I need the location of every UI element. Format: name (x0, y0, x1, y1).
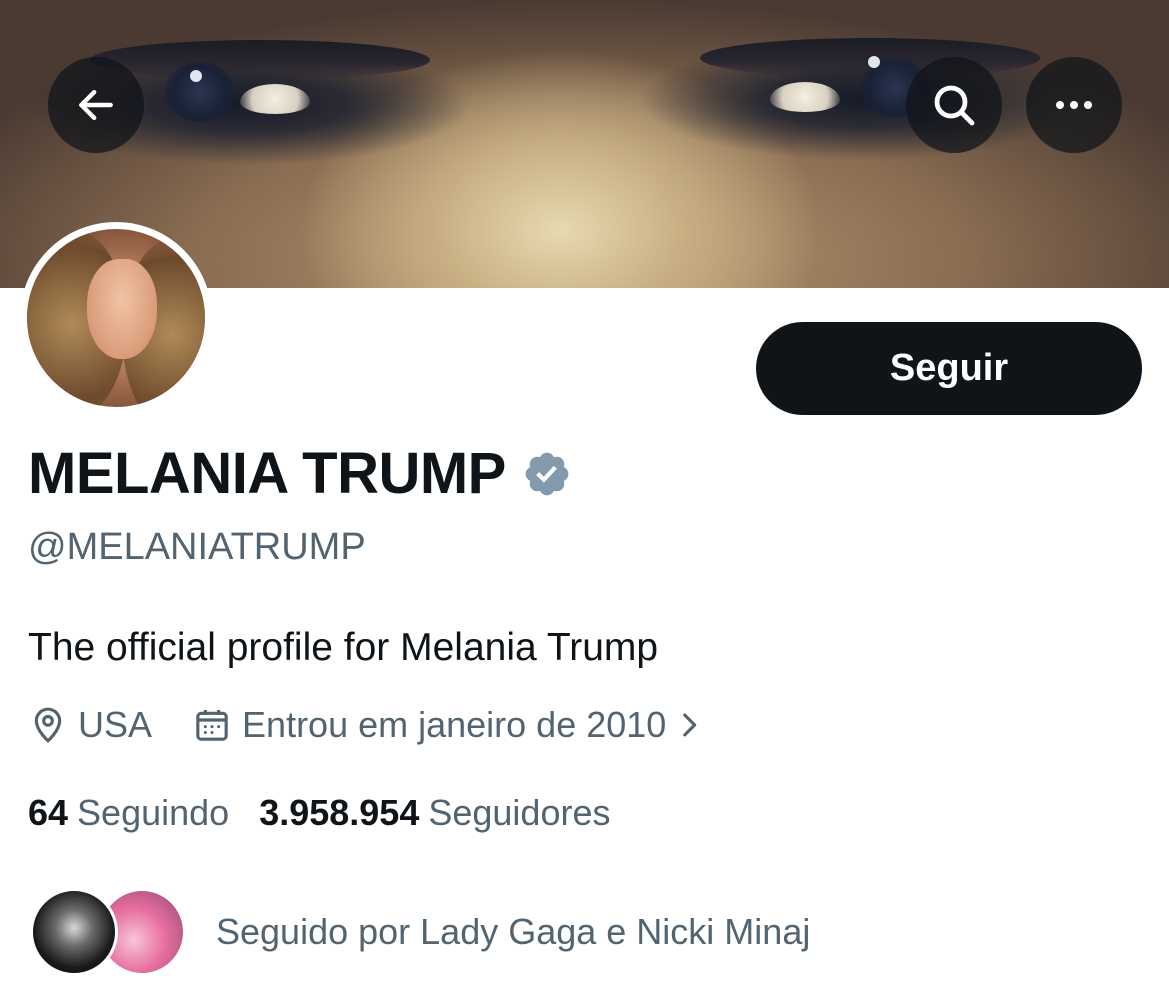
back-button[interactable] (48, 57, 144, 153)
following-label: Seguindo (77, 792, 230, 833)
followed-by-row[interactable]: Seguido por Lady Gaga e Nicki Minaj (30, 888, 810, 976)
verified-badge-icon[interactable] (522, 449, 572, 499)
profile-bio: The official profile for Melania Trump (28, 626, 659, 669)
joined-label: Entrou em janeiro de 2010 (242, 704, 667, 745)
search-button[interactable] (906, 57, 1002, 153)
profile-meta: USA Entrou em janeiro de 2010 (28, 704, 706, 746)
chevron-right-icon (683, 713, 697, 737)
location-item: USA (28, 704, 152, 746)
followed-by-text: Seguido por Lady Gaga e Nicki Minaj (216, 911, 811, 952)
banner-decoration (868, 56, 880, 68)
more-button[interactable] (1026, 57, 1122, 153)
search-icon (934, 85, 975, 126)
calendar-icon (196, 710, 228, 741)
follower-avatar (30, 888, 118, 976)
profile-handle: @MELANIATRUMP (28, 526, 366, 568)
arrow-left-icon (79, 89, 113, 121)
avatar-decoration (87, 259, 157, 359)
followers-link[interactable]: 3.958.954 Seguidores (259, 792, 610, 834)
avatar[interactable] (20, 222, 212, 414)
profile-stats: 64 Seguindo 3.958.954 Seguidores (28, 792, 610, 834)
follow-button[interactable]: Seguir (756, 322, 1142, 415)
profile-name-row: MELANIA TRUMP (28, 440, 572, 507)
location-label: USA (78, 704, 153, 745)
joined-item[interactable]: Entrou em janeiro de 2010 (192, 704, 706, 746)
avatar-image (27, 229, 205, 407)
following-link[interactable]: 64 Seguindo (28, 792, 229, 834)
more-horizontal-icon (1056, 101, 1092, 109)
banner-decoration (190, 70, 202, 82)
followers-count: 3.958.954 (259, 792, 420, 833)
banner-decoration (90, 40, 430, 80)
map-pin-icon (34, 707, 62, 743)
banner-decoration (240, 84, 310, 114)
following-count: 64 (28, 792, 69, 833)
followers-label: Seguidores (428, 792, 611, 833)
banner-decoration (770, 82, 840, 112)
profile-name: MELANIA TRUMP (28, 441, 506, 506)
